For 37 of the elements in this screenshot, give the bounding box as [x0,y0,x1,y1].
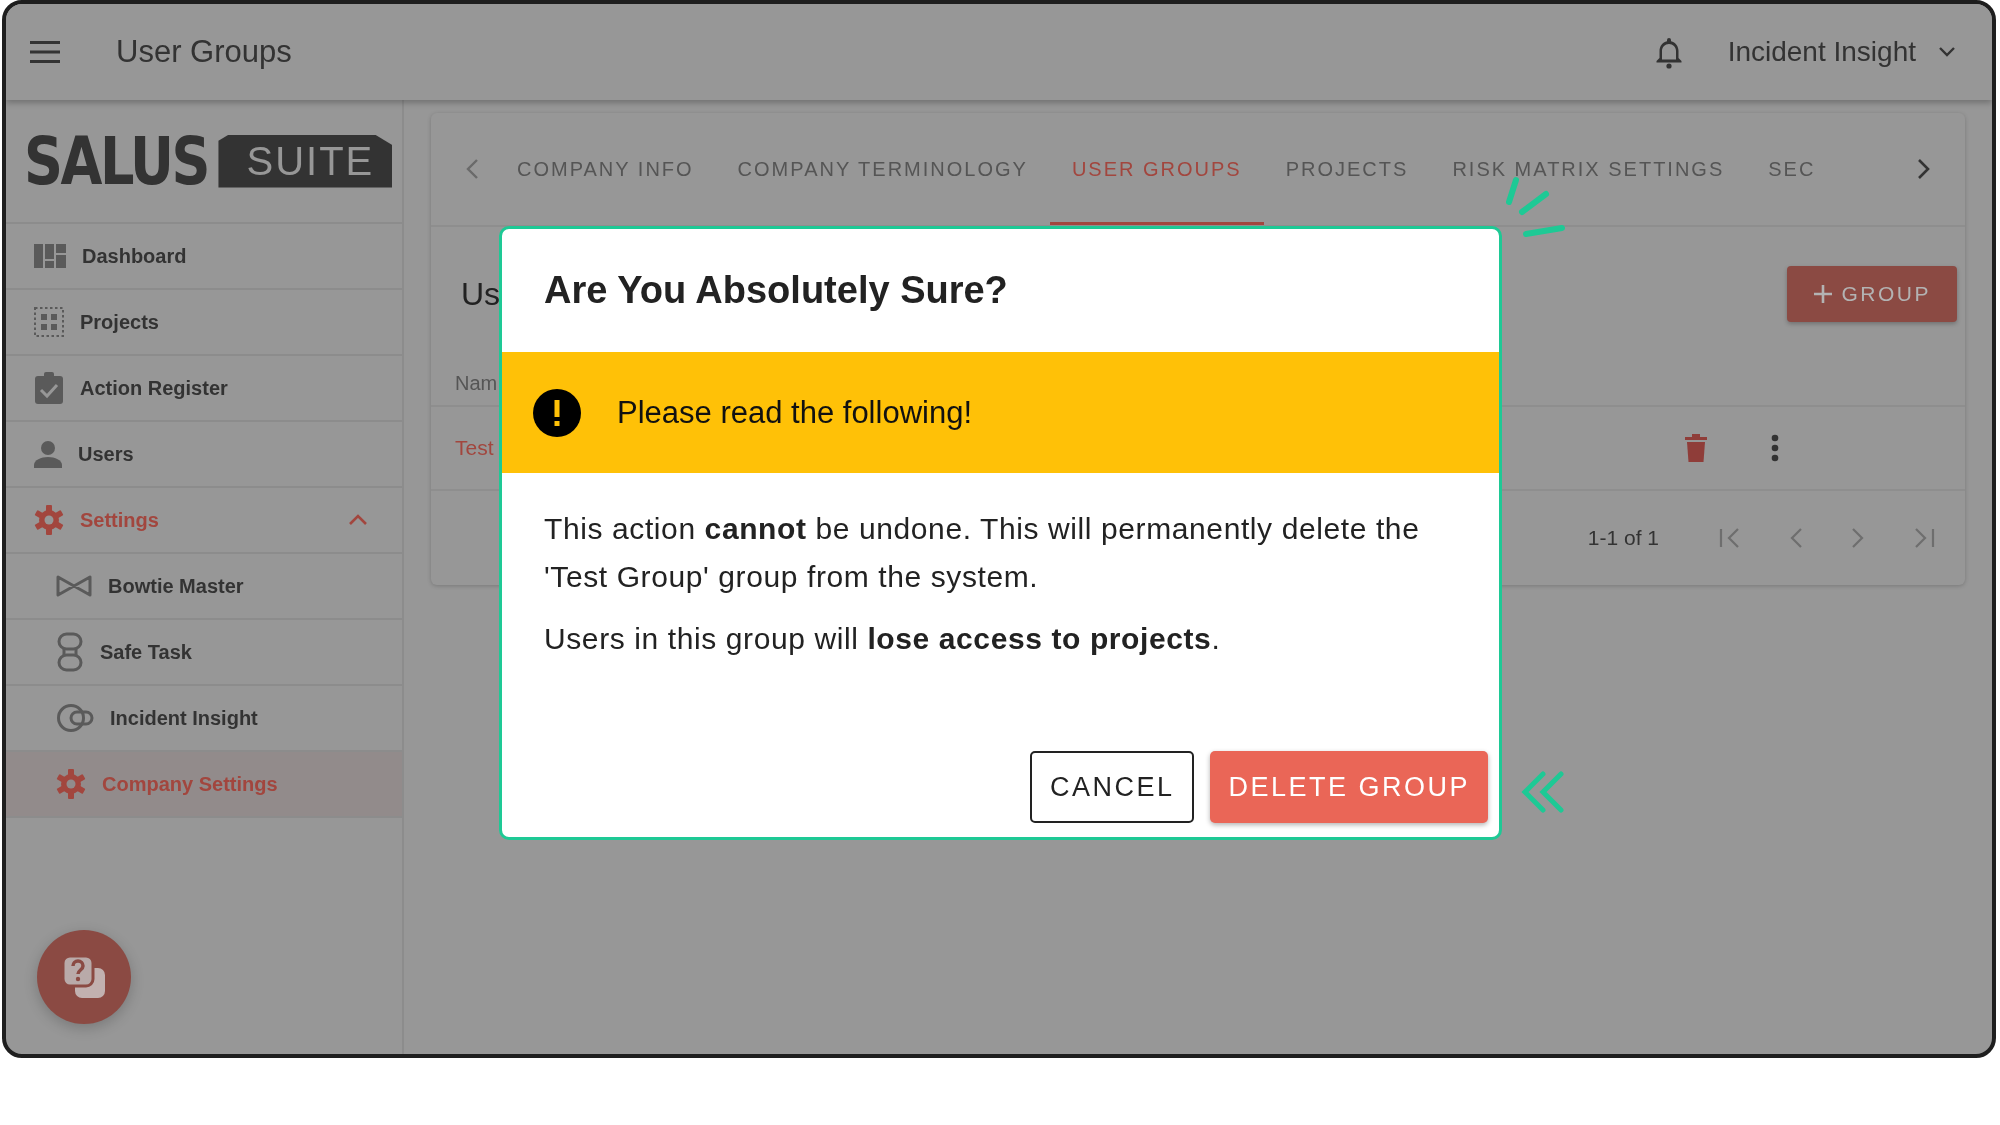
tab[interactable]: COMPANY INFO [495,113,716,225]
logo-badge: SUITE [218,134,393,188]
dialog-paragraph: Users in this group will lose access to projects. [544,621,1222,657]
table-cell[interactable]: Test [455,436,494,460]
nav-item[interactable]: Projects [6,290,402,356]
nav-label: Settings [80,508,159,532]
cancel-button[interactable]: CANCEL [1029,751,1195,823]
nav-item[interactable]: Action Register [6,356,402,422]
account-dropdown[interactable]: Incident Insight [1727,36,1956,68]
section-heading: Us [461,275,501,313]
nav-label: Company Settings [102,772,278,796]
logo-wordmark: SALUS [24,122,209,200]
nav-item[interactable]: Company Settings [6,752,402,818]
pagination-text: 1-1 of 1 [1587,526,1659,550]
tab[interactable]: RISK MATRIX SETTINGS [1430,113,1747,225]
nav-label: Bowtie Master [108,574,244,598]
nav-label: Incident Insight [110,706,258,730]
warning-text: Please read the following! [617,394,972,431]
tab[interactable]: COMPANY TERMINOLOGY [715,113,1050,225]
column-header: Nam [455,371,498,395]
dialog-title: Are You Absolutely Sure? [543,268,1009,313]
page-title: User Groups [116,34,292,70]
nav-item[interactable]: Settings [6,488,402,554]
nav-item[interactable]: Bowtie Master [6,554,402,620]
add-group-button[interactable]: GROUP [1787,266,1957,322]
delete-button[interactable]: DELETE GROUP [1210,751,1488,823]
nav-label: Safe Task [100,640,192,664]
nav-item[interactable]: Dashboard [6,224,402,290]
nav-item[interactable]: Users [6,422,402,488]
tab[interactable]: PROJECTS [1263,113,1431,225]
nav-item[interactable]: Safe Task [6,620,402,686]
nav-label: Users [78,442,134,466]
nav-label: Projects [80,310,159,334]
dialog-paragraph: This action cannot be undone. This will permanently delete the 'Test Group' group from the system. [544,511,1421,595]
nav-label: Action Register [80,376,228,400]
tab[interactable]: SEC [1746,113,1838,225]
nav-label: Dashboard [82,244,187,268]
